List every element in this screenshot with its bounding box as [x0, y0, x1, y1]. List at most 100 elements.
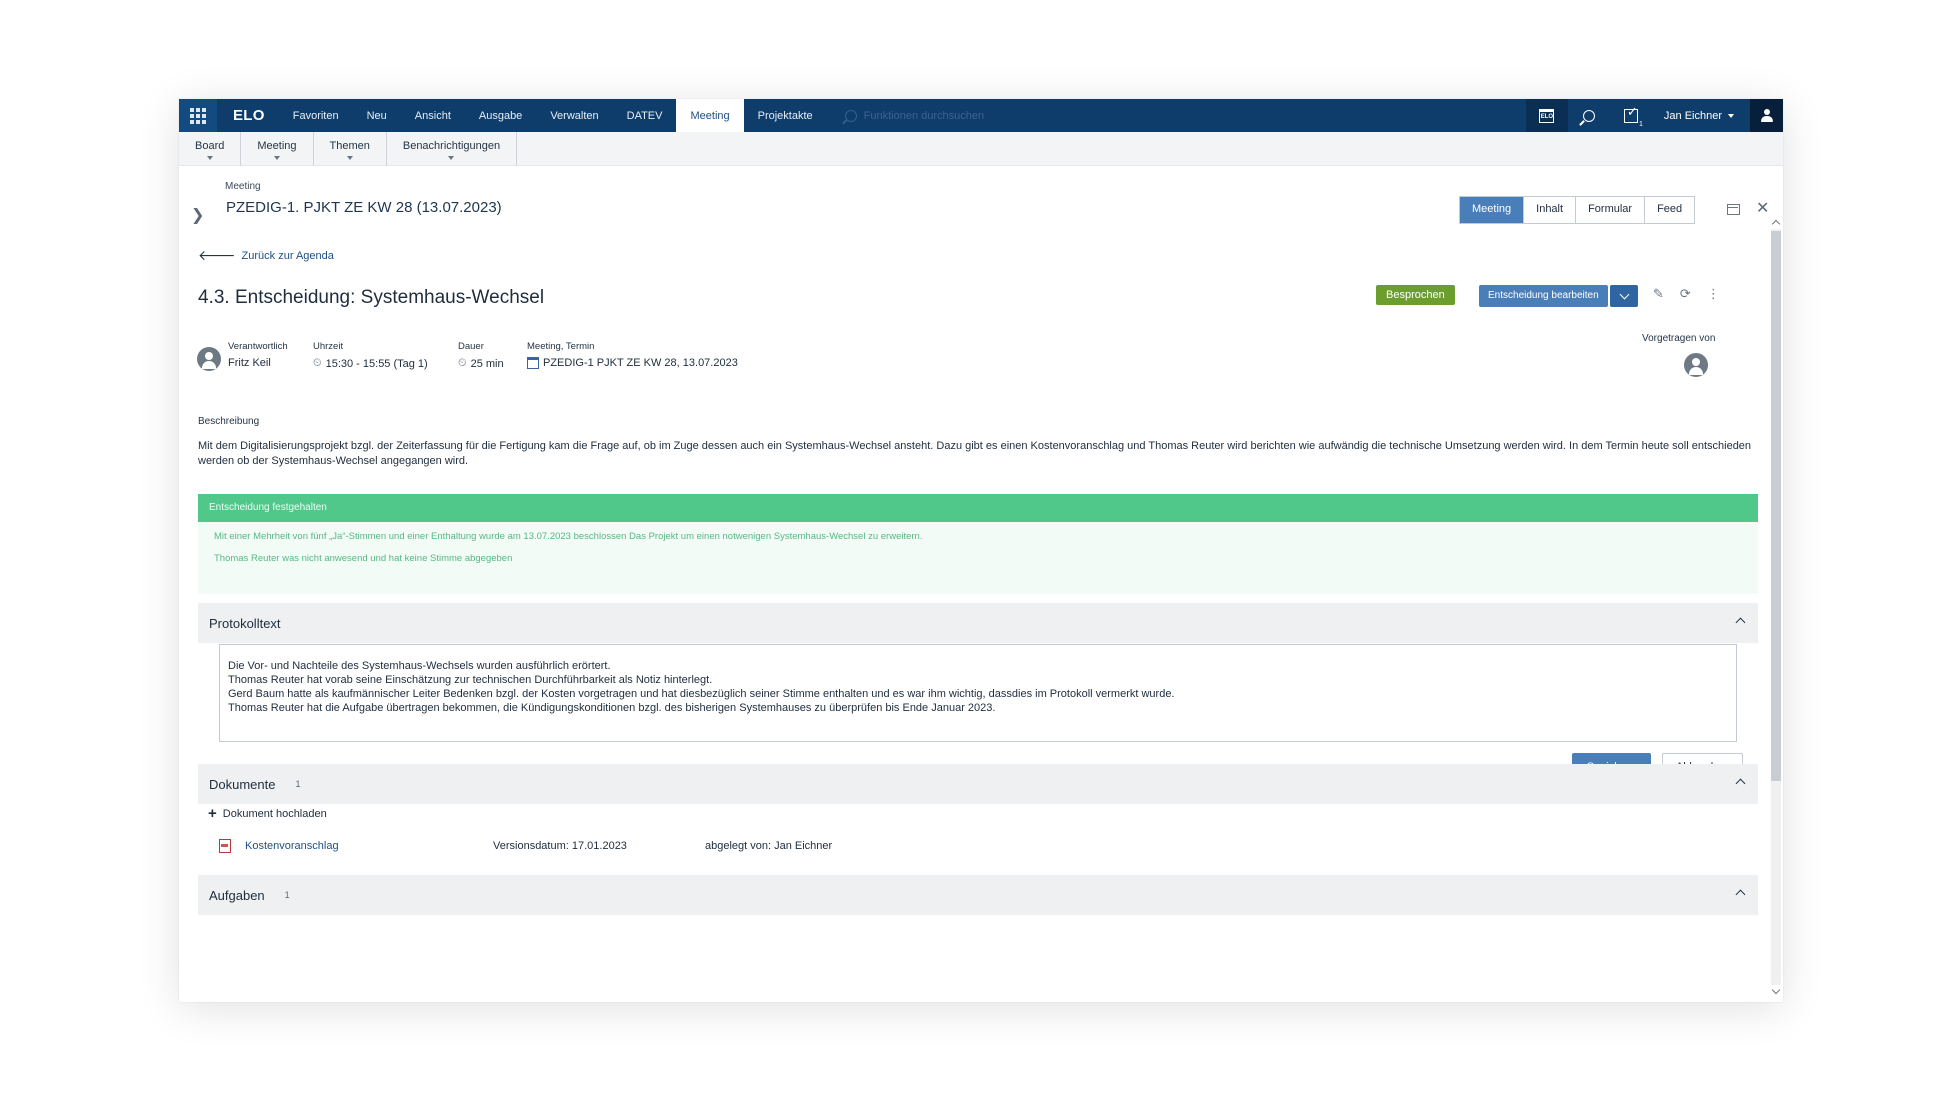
- caret-down-icon: [273, 156, 280, 160]
- document-name[interactable]: Kostenvoranschlag: [245, 840, 493, 852]
- menu-datev[interactable]: DATEV: [613, 99, 677, 132]
- caret-down-icon: [346, 156, 353, 160]
- menu-favoriten[interactable]: Favoriten: [279, 99, 353, 132]
- tab-inhalt[interactable]: Inhalt: [1523, 197, 1576, 223]
- subnav-themen-label: Themen: [329, 140, 370, 152]
- panel-layout-icon[interactable]: [1727, 203, 1740, 215]
- content-scrollbar[interactable]: [1769, 217, 1783, 1002]
- duration-label: Dauer: [458, 341, 484, 352]
- responsible-value: Fritz Keil: [228, 357, 271, 369]
- protocol-section-header[interactable]: Protokolltext: [198, 603, 1758, 643]
- protocol-line: Thomas Reuter hat die Aufgabe übertragen…: [228, 702, 996, 714]
- expand-panel-chevron-icon[interactable]: ❯: [191, 205, 204, 225]
- status-badge[interactable]: Besprochen: [1376, 285, 1455, 305]
- app-window: ELO Favoriten Neu Ansicht Ausgabe Verwal…: [179, 99, 1783, 1002]
- pdf-file-icon: [219, 839, 231, 853]
- menu-verwalten[interactable]: Verwalten: [536, 99, 612, 132]
- plus-icon: +: [208, 805, 217, 822]
- profile-button[interactable]: [1750, 99, 1783, 132]
- time-value-row: ⏲ 15:30 - 15:55 (Tag 1): [313, 357, 428, 370]
- tasks-section-header[interactable]: Aufgaben 1: [198, 875, 1758, 915]
- calendar-icon: [527, 357, 539, 369]
- subnav-board[interactable]: Board: [179, 132, 242, 166]
- protocol-line: Gerd Baum hatte als kaufmännischer Leite…: [228, 688, 1175, 700]
- view-tabs: Meeting Inhalt Formular Feed: [1459, 196, 1696, 224]
- menu-ansicht[interactable]: Ansicht: [401, 99, 465, 132]
- subnav-meeting-label: Meeting: [257, 140, 297, 152]
- protocol-textarea[interactable]: Die Vor- und Nachteile des Systemhaus-We…: [219, 644, 1737, 742]
- task-check-icon: [1623, 104, 1638, 123]
- user-icon: [1760, 108, 1774, 123]
- subnav-board-label: Board: [195, 140, 225, 152]
- arrow-left-icon: 🡐: [198, 247, 236, 263]
- meeting-date-value-row[interactable]: PZEDIG-1 PJKT ZE KW 28, 13.07.2023: [527, 357, 738, 369]
- upload-document-label: Dokument hochladen: [222, 807, 327, 820]
- menu-projektakte[interactable]: Projektakte: [744, 99, 827, 132]
- caret-down-icon: [206, 156, 213, 160]
- function-search-input[interactable]: [863, 109, 1344, 122]
- document-version: Versionsdatum: 17.01.2023: [493, 840, 627, 852]
- close-icon[interactable]: ✕: [1756, 201, 1769, 217]
- tasks-button[interactable]: 1: [1610, 99, 1652, 132]
- item-actions: ✎ ⟳ ⋮: [1653, 286, 1720, 302]
- user-name: Jan Eichner: [1663, 109, 1722, 122]
- responsible-label: Verantwortlich: [228, 341, 288, 352]
- chevron-up-icon[interactable]: [1735, 889, 1746, 900]
- chevron-up-icon[interactable]: [1735, 617, 1746, 628]
- meta-responsible: Verantwortlich Fritz Keil: [228, 341, 288, 369]
- meta-time: Uhrzeit ⏲ 15:30 - 15:55 (Tag 1): [313, 341, 428, 370]
- search-icon: [844, 109, 857, 122]
- duration-value-row: ⏲ 25 min: [458, 357, 504, 370]
- tab-meeting[interactable]: Meeting: [1460, 197, 1524, 223]
- search-icon: [1582, 109, 1595, 122]
- scroll-up-icon[interactable]: [1771, 219, 1781, 229]
- subnav-meeting[interactable]: Meeting: [241, 132, 314, 166]
- subnav-themen[interactable]: Themen: [314, 132, 387, 166]
- menu-meeting[interactable]: Meeting: [676, 99, 744, 132]
- menu-ausgabe[interactable]: Ausgabe: [465, 99, 536, 132]
- clock-icon: ⏲: [458, 357, 467, 369]
- brand-logo[interactable]: ELO: [217, 107, 279, 124]
- scroll-thumb[interactable]: [1771, 231, 1781, 781]
- meta-meeting: Meeting, Termin PZEDIG-1 PJKT ZE KW 28, …: [527, 341, 738, 369]
- protocol-line: Thomas Reuter hat vorab seine Einschätzu…: [228, 674, 713, 686]
- tab-feed[interactable]: Feed: [1644, 197, 1695, 223]
- grid-icon: [190, 107, 206, 124]
- tab-formular[interactable]: Formular: [1575, 197, 1645, 223]
- caret-down-icon: [448, 156, 455, 160]
- task-count-badge: 1: [1639, 121, 1643, 128]
- presenter-avatar[interactable]: [1684, 353, 1708, 377]
- calendar-button[interactable]: ELO: [1525, 99, 1568, 132]
- decision-line-2: Thomas Reuter was nicht anwesend und hat…: [214, 553, 513, 564]
- tasks-section-title: Aufgaben: [209, 887, 265, 903]
- refresh-icon[interactable]: ⟳: [1680, 286, 1691, 302]
- upload-document-link[interactable]: + Dokument hochladen: [208, 805, 327, 822]
- meeting-date-value: PZEDIG-1 PJKT ZE KW 28, 13.07.2023: [543, 357, 738, 369]
- menu-neu[interactable]: Neu: [353, 99, 401, 132]
- meeting-date-label: Meeting, Termin: [527, 341, 595, 352]
- pencil-icon[interactable]: ✎: [1653, 286, 1664, 302]
- back-to-agenda-link[interactable]: 🡐 Zurück zur Agenda: [198, 247, 334, 264]
- chevron-up-icon[interactable]: [1735, 778, 1746, 789]
- clock-icon: ⏲: [313, 357, 322, 369]
- chevron-down-icon: [1619, 289, 1629, 299]
- protocol-section-title: Protokolltext: [209, 615, 281, 631]
- scroll-down-icon[interactable]: [1771, 985, 1781, 995]
- meeting-label: Meeting: [225, 181, 261, 192]
- table-row[interactable]: Kostenvoranschlag Versionsdatum: 17.01.2…: [219, 836, 1219, 856]
- subnav-benachrichtigungen[interactable]: Benachrichtigungen: [387, 132, 518, 166]
- caret-down-icon: [1728, 113, 1734, 118]
- app-launcher-button[interactable]: [179, 99, 217, 132]
- edit-decision-button[interactable]: Entscheidung bearbeiten: [1479, 285, 1608, 307]
- tasks-count: 1: [284, 890, 290, 900]
- more-vertical-icon[interactable]: ⋮: [1707, 286, 1720, 302]
- ribbon-subnav: Board Meeting Themen Benachrichtigungen: [179, 132, 1783, 166]
- duration-value: 25 min: [470, 357, 504, 370]
- subnav-benachrichtigungen-label: Benachrichtigungen: [402, 140, 501, 152]
- user-menu[interactable]: Jan Eichner: [1652, 110, 1750, 122]
- protocol-line: Die Vor- und Nachteile des Systemhaus-We…: [228, 660, 611, 672]
- presented-by-label: Vorgetragen von: [1642, 333, 1716, 344]
- global-search-button[interactable]: [1568, 99, 1610, 132]
- edit-decision-dropdown-button[interactable]: [1610, 285, 1638, 307]
- documents-section-header[interactable]: Dokumente 1: [198, 764, 1758, 804]
